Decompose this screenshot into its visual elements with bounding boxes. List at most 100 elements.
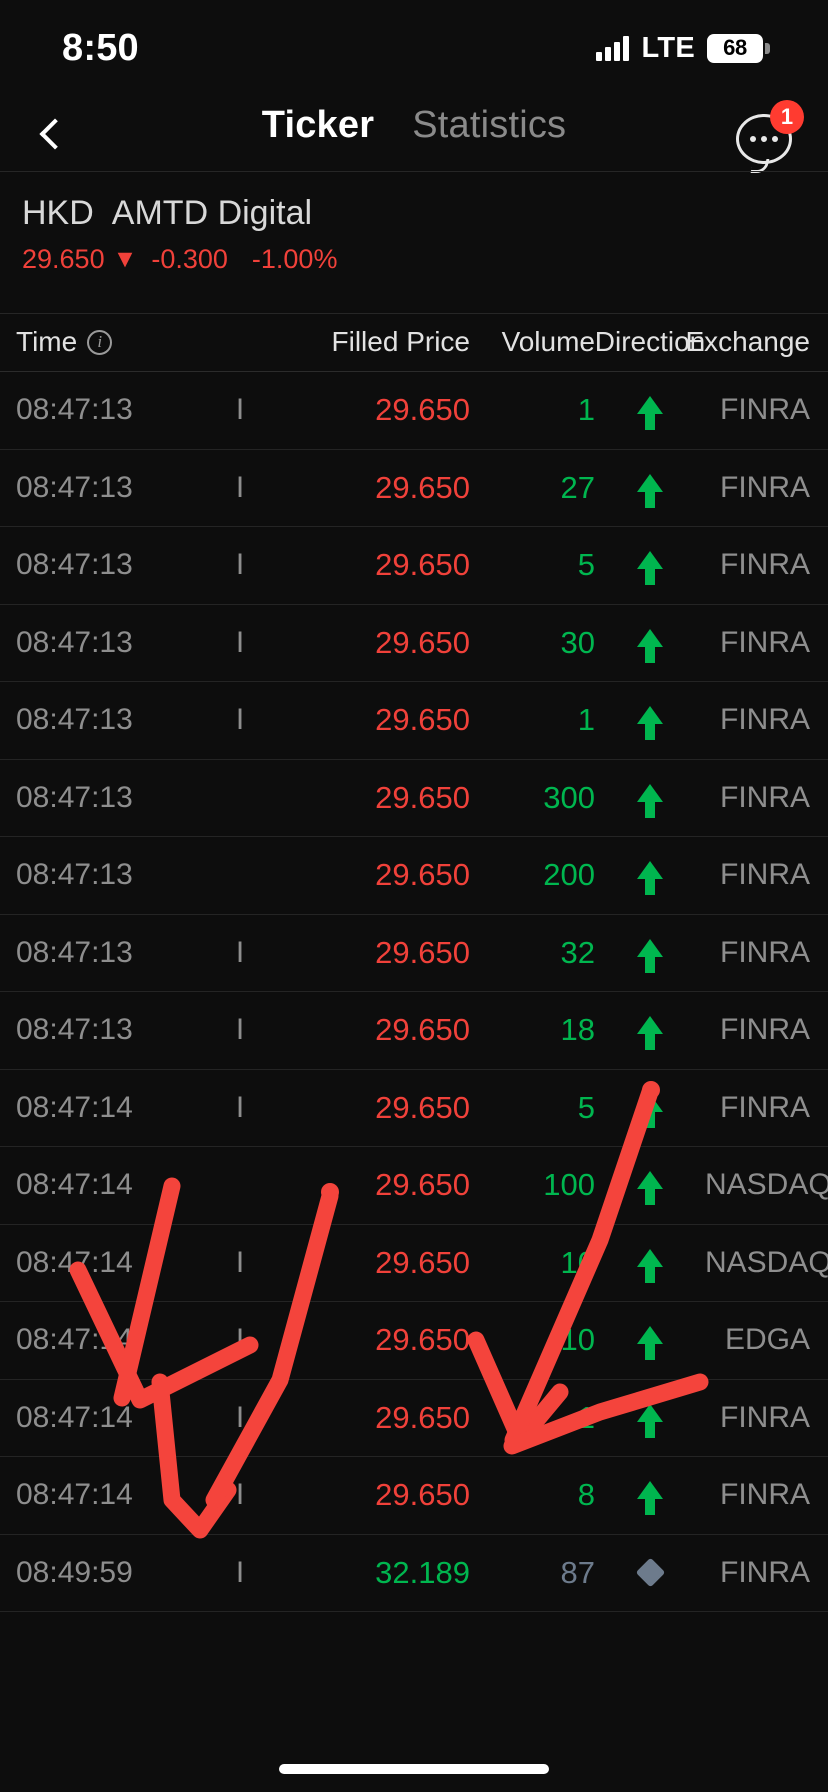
cell-filled-price: 29.650 [375, 469, 470, 505]
arrow-up-icon [637, 1016, 663, 1051]
tab-ticker[interactable]: Ticker [262, 104, 374, 147]
ticker-change-percent: -1.00% [251, 244, 338, 274]
cell-exchange: FINRA [720, 1478, 810, 1512]
table-row[interactable]: 08:47:13 I 29.650 30 FINRA [0, 605, 828, 682]
arrow-up-icon [637, 1481, 663, 1516]
cell-direction-up [595, 1171, 705, 1206]
cell-direction-up [595, 1016, 705, 1051]
cell-time: 08:47:13 [16, 625, 133, 659]
arrow-up-icon [637, 861, 663, 896]
cell-filled-price: 29.650 [375, 1322, 470, 1358]
ticker-price: 29.650 [22, 244, 105, 274]
trade-list[interactable]: 08:47:13 I 29.650 1 FINRA 08:47:13 I 29.650 27 FI… [0, 372, 828, 1612]
table-header-row: Time i Filled Price Volume Direction Exc… [0, 313, 828, 371]
cell-condition: I [235, 1478, 245, 1512]
cell-time: 08:49:59 [16, 1555, 133, 1589]
tab-statistics[interactable]: Statistics [412, 104, 566, 147]
arrow-up-icon [637, 628, 663, 663]
cell-exchange: FINRA [720, 1400, 810, 1434]
table-row[interactable]: 08:49:59 I 32.189 87 FINRA [0, 1535, 828, 1612]
cell-condition: I [235, 1090, 245, 1124]
cell-direction-up [595, 1403, 705, 1438]
cell-condition: I [235, 1400, 245, 1434]
cell-condition: I [235, 1245, 245, 1279]
cell-volume: 100 [543, 1167, 595, 1203]
home-indicator-bar [279, 1764, 549, 1774]
arrow-up-icon [637, 1326, 663, 1361]
cell-condition: I [235, 935, 245, 969]
table-row[interactable]: 08:47:13 I 29.650 27 FINRA [0, 450, 828, 527]
cell-direction-up [595, 1326, 705, 1361]
arrow-up-icon [637, 938, 663, 973]
table-row[interactable]: 08:47:14 I 29.650 1 FINRA [0, 1380, 828, 1457]
table-row[interactable]: 08:47:13 I 29.650 18 FINRA [0, 992, 828, 1070]
table-row[interactable]: 08:47:13 29.650 200 FINRA [0, 837, 828, 915]
cell-volume: 10 [560, 1244, 595, 1280]
cell-exchange: FINRA [720, 393, 810, 427]
cell-time: 08:47:13 [16, 548, 133, 582]
arrow-up-icon [637, 706, 663, 741]
cell-time: 08:47:13 [16, 1013, 133, 1047]
cell-volume: 1 [577, 392, 595, 428]
header-filled-price: Filled Price [331, 326, 470, 357]
cell-condition: I [235, 470, 245, 504]
status-time: 8:50 [62, 26, 139, 69]
header-time-label: Time [16, 326, 78, 357]
cell-condition: I [235, 625, 245, 659]
cell-filled-price: 29.650 [375, 779, 470, 815]
cell-time: 08:47:14 [16, 1323, 133, 1357]
table-row[interactable]: 08:47:14 I 29.650 10 EDGA [0, 1302, 828, 1380]
cell-condition: I [235, 1323, 245, 1357]
cell-exchange: FINRA [720, 625, 810, 659]
info-circle-icon[interactable]: i [87, 329, 113, 355]
ticker-summary[interactable]: HKD AMTD Digital 29.650 ▼ -0.300 -1.00% [0, 172, 828, 293]
notification-badge: 1 [770, 100, 804, 134]
cell-exchange: NASDAQ [705, 1168, 828, 1202]
table-row[interactable]: 08:47:13 I 29.650 1 FINRA [0, 372, 828, 450]
signal-bars-icon [596, 35, 630, 61]
cell-time: 08:47:13 [16, 858, 133, 892]
cell-filled-price: 32.189 [375, 1554, 470, 1590]
cell-exchange: NASDAQ [705, 1245, 828, 1279]
cell-volume: 27 [560, 469, 595, 505]
price-down-arrow-icon: ▼ [112, 245, 138, 273]
arrow-up-icon [637, 473, 663, 508]
cell-volume: 10 [560, 1322, 595, 1358]
header-exchange: Exchange [685, 326, 810, 357]
cell-filled-price: 29.650 [375, 392, 470, 428]
ticker-name-row: HKD AMTD Digital [22, 194, 806, 233]
table-row[interactable]: 08:47:13 I 29.650 1 FINRA [0, 682, 828, 760]
table-row[interactable]: 08:47:13 29.650 300 FINRA [0, 760, 828, 837]
cell-volume: 5 [577, 547, 595, 583]
cell-direction-up [595, 783, 705, 818]
network-type-label: LTE [641, 31, 695, 64]
battery-icon: 68 [707, 33, 770, 63]
table-row[interactable]: 08:47:14 I 29.650 5 FINRA [0, 1070, 828, 1147]
cell-exchange: EDGA [724, 1323, 810, 1357]
cell-time: 08:47:14 [16, 1168, 133, 1202]
table-row[interactable]: 08:47:13 I 29.650 32 FINRA [0, 915, 828, 992]
table-row[interactable]: 08:47:13 I 29.650 5 FINRA [0, 527, 828, 605]
header-time[interactable]: Time i [0, 326, 210, 358]
navigation-bar: Ticker Statistics 1 [0, 96, 828, 173]
ticker-market-label: HKD [22, 194, 94, 232]
table-row[interactable]: 08:47:14 29.650 100 NASDAQ [0, 1147, 828, 1225]
ticker-quote-row: 29.650 ▼ -0.300 -1.00% [22, 244, 806, 275]
cell-exchange: FINRA [720, 1090, 810, 1124]
cell-volume: 32 [560, 934, 595, 970]
table-row[interactable]: 08:47:14 I 29.650 10 NASDAQ [0, 1225, 828, 1302]
diamond-icon [635, 1557, 665, 1588]
cell-volume: 18 [560, 1012, 595, 1048]
cell-exchange: FINRA [720, 780, 810, 814]
table-row[interactable]: 08:47:14 I 29.650 8 FINRA [0, 1457, 828, 1535]
chat-button[interactable]: 1 [736, 100, 804, 173]
cell-volume: 300 [543, 779, 595, 815]
cell-exchange: FINRA [720, 548, 810, 582]
cell-volume: 1 [577, 702, 595, 738]
battery-level-label: 68 [723, 35, 747, 60]
cell-condition: I [235, 703, 245, 737]
cell-time: 08:47:14 [16, 1478, 133, 1512]
cell-condition: I [235, 1013, 245, 1047]
header-volume: Volume [501, 326, 595, 357]
arrow-up-icon [637, 551, 663, 586]
